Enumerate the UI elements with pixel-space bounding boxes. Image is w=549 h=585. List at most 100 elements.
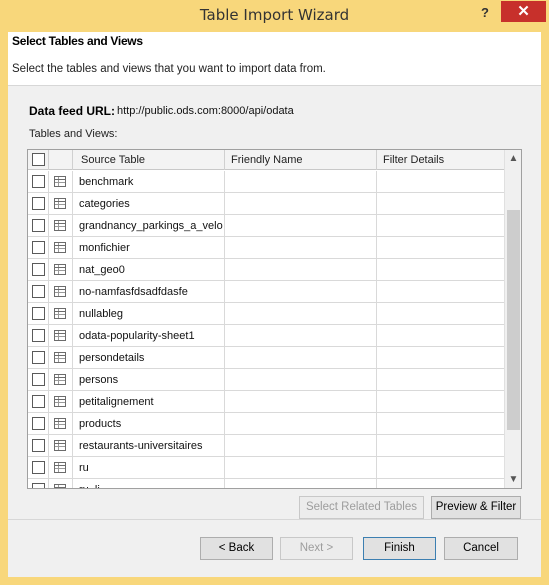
friendly-name-cell[interactable] [225,369,377,391]
table-row[interactable]: petitalignement [28,391,504,413]
source-table-cell[interactable]: persondetails [73,347,225,369]
friendly-name-cell[interactable] [225,303,377,325]
filter-details-cell[interactable] [377,303,504,325]
row-check-cell [28,369,49,391]
friendly-name-cell[interactable] [225,215,377,237]
table-row[interactable]: persondetails [28,347,504,369]
next-button[interactable]: Next > [280,537,353,560]
filter-details-cell[interactable] [377,457,504,479]
filter-details-cell[interactable] [377,347,504,369]
source-table-cell[interactable]: odata-popularity-sheet1 [73,325,225,347]
source-table-cell[interactable]: grandnancy_parkings_a_velo [73,215,225,237]
friendly-name-cell[interactable] [225,281,377,303]
filter-details-cell[interactable] [377,435,504,457]
row-checkbox[interactable] [32,285,45,298]
filter-details-cell[interactable] [377,413,504,435]
row-checkbox[interactable] [32,329,45,342]
filter-details-cell[interactable] [377,259,504,281]
table-row[interactable]: restaurants-universitaires [28,435,504,457]
source-table-cell[interactable]: nullableg [73,303,225,325]
cancel-button[interactable]: Cancel [444,537,518,560]
table-icon [54,396,66,407]
row-checkbox[interactable] [32,461,45,474]
close-button[interactable]: ✕ [501,1,546,22]
source-table-cell[interactable]: nat_geo0 [73,259,225,281]
row-checkbox[interactable] [32,373,45,386]
source-table-cell[interactable]: categories [73,193,225,215]
row-icon-cell [49,237,73,259]
row-checkbox[interactable] [32,263,45,276]
filter-details-cell[interactable] [377,391,504,413]
row-checkbox[interactable] [32,307,45,320]
scroll-thumb[interactable] [507,210,520,430]
select-all-checkbox[interactable] [32,153,45,166]
table-row[interactable]: grandnancy_parkings_a_velo [28,215,504,237]
table-row[interactable]: nat_geo0 [28,259,504,281]
row-check-cell [28,171,49,193]
table-row[interactable]: persons [28,369,504,391]
row-icon-cell [49,193,73,215]
row-checkbox[interactable] [32,439,45,452]
finish-button[interactable]: Finish [363,537,436,560]
table-row[interactable]: nullableg [28,303,504,325]
filter-details-cell[interactable] [377,479,504,488]
friendly-name-cell[interactable] [225,435,377,457]
table-row[interactable]: odata-popularity-sheet1 [28,325,504,347]
source-table-cell[interactable]: ru_li [73,479,225,488]
filter-details-cell[interactable] [377,281,504,303]
filter-details-cell[interactable] [377,237,504,259]
source-table-cell[interactable]: ru [73,457,225,479]
source-table-cell[interactable]: no-namfasfdsadfdasfe [73,281,225,303]
row-checkbox[interactable] [32,241,45,254]
row-checkbox[interactable] [32,483,45,488]
table-row[interactable]: no-namfasfdsadfdasfe [28,281,504,303]
scroll-up-arrow-icon[interactable]: ▲ [505,150,521,167]
filter-details-cell[interactable] [377,215,504,237]
friendly-name-cell[interactable] [225,193,377,215]
row-checkbox[interactable] [32,417,45,430]
select-related-tables-button[interactable]: Select Related Tables [299,496,424,519]
source-table-header[interactable]: Source Table [73,150,225,170]
scroll-down-arrow-icon[interactable]: ▼ [505,471,521,488]
feed-url-value: http://public.ods.com:8000/api/odata [117,105,294,117]
filter-details-cell[interactable] [377,193,504,215]
friendly-name-cell[interactable] [225,171,377,193]
table-row[interactable]: ru_li [28,479,504,488]
row-icon-cell [49,479,73,488]
friendly-name-cell[interactable] [225,347,377,369]
title-bar[interactable]: Table Import Wizard ? ✕ [0,0,549,32]
friendly-name-cell[interactable] [225,325,377,347]
filter-details-cell[interactable] [377,171,504,193]
grid-scrollbar[interactable]: ▲ ▼ [504,150,521,488]
source-table-cell[interactable]: benchmark [73,171,225,193]
back-button[interactable]: < Back [200,537,273,560]
friendly-name-cell[interactable] [225,457,377,479]
table-row[interactable]: categories [28,193,504,215]
row-checkbox[interactable] [32,219,45,232]
friendly-name-cell[interactable] [225,413,377,435]
filter-details-header[interactable]: Filter Details [377,150,504,170]
source-table-cell[interactable]: persons [73,369,225,391]
filter-details-cell[interactable] [377,369,504,391]
row-checkbox[interactable] [32,351,45,364]
row-checkbox[interactable] [32,175,45,188]
filter-details-cell[interactable] [377,325,504,347]
row-checkbox[interactable] [32,395,45,408]
help-button[interactable]: ? [474,5,496,25]
table-row[interactable]: products [28,413,504,435]
source-table-cell[interactable]: restaurants-universitaires [73,435,225,457]
friendly-name-cell[interactable] [225,479,377,488]
friendly-name-cell[interactable] [225,391,377,413]
source-table-cell[interactable]: petitalignement [73,391,225,413]
row-checkbox[interactable] [32,197,45,210]
preview-filter-button[interactable]: Preview & Filter [431,496,521,519]
friendly-name-header[interactable]: Friendly Name [225,150,377,170]
source-table-cell[interactable]: products [73,413,225,435]
source-table-cell[interactable]: monfichier [73,237,225,259]
table-icon [54,440,66,451]
friendly-name-cell[interactable] [225,259,377,281]
friendly-name-cell[interactable] [225,237,377,259]
table-row[interactable]: benchmark [28,171,504,193]
table-row[interactable]: monfichier [28,237,504,259]
table-row[interactable]: ru [28,457,504,479]
